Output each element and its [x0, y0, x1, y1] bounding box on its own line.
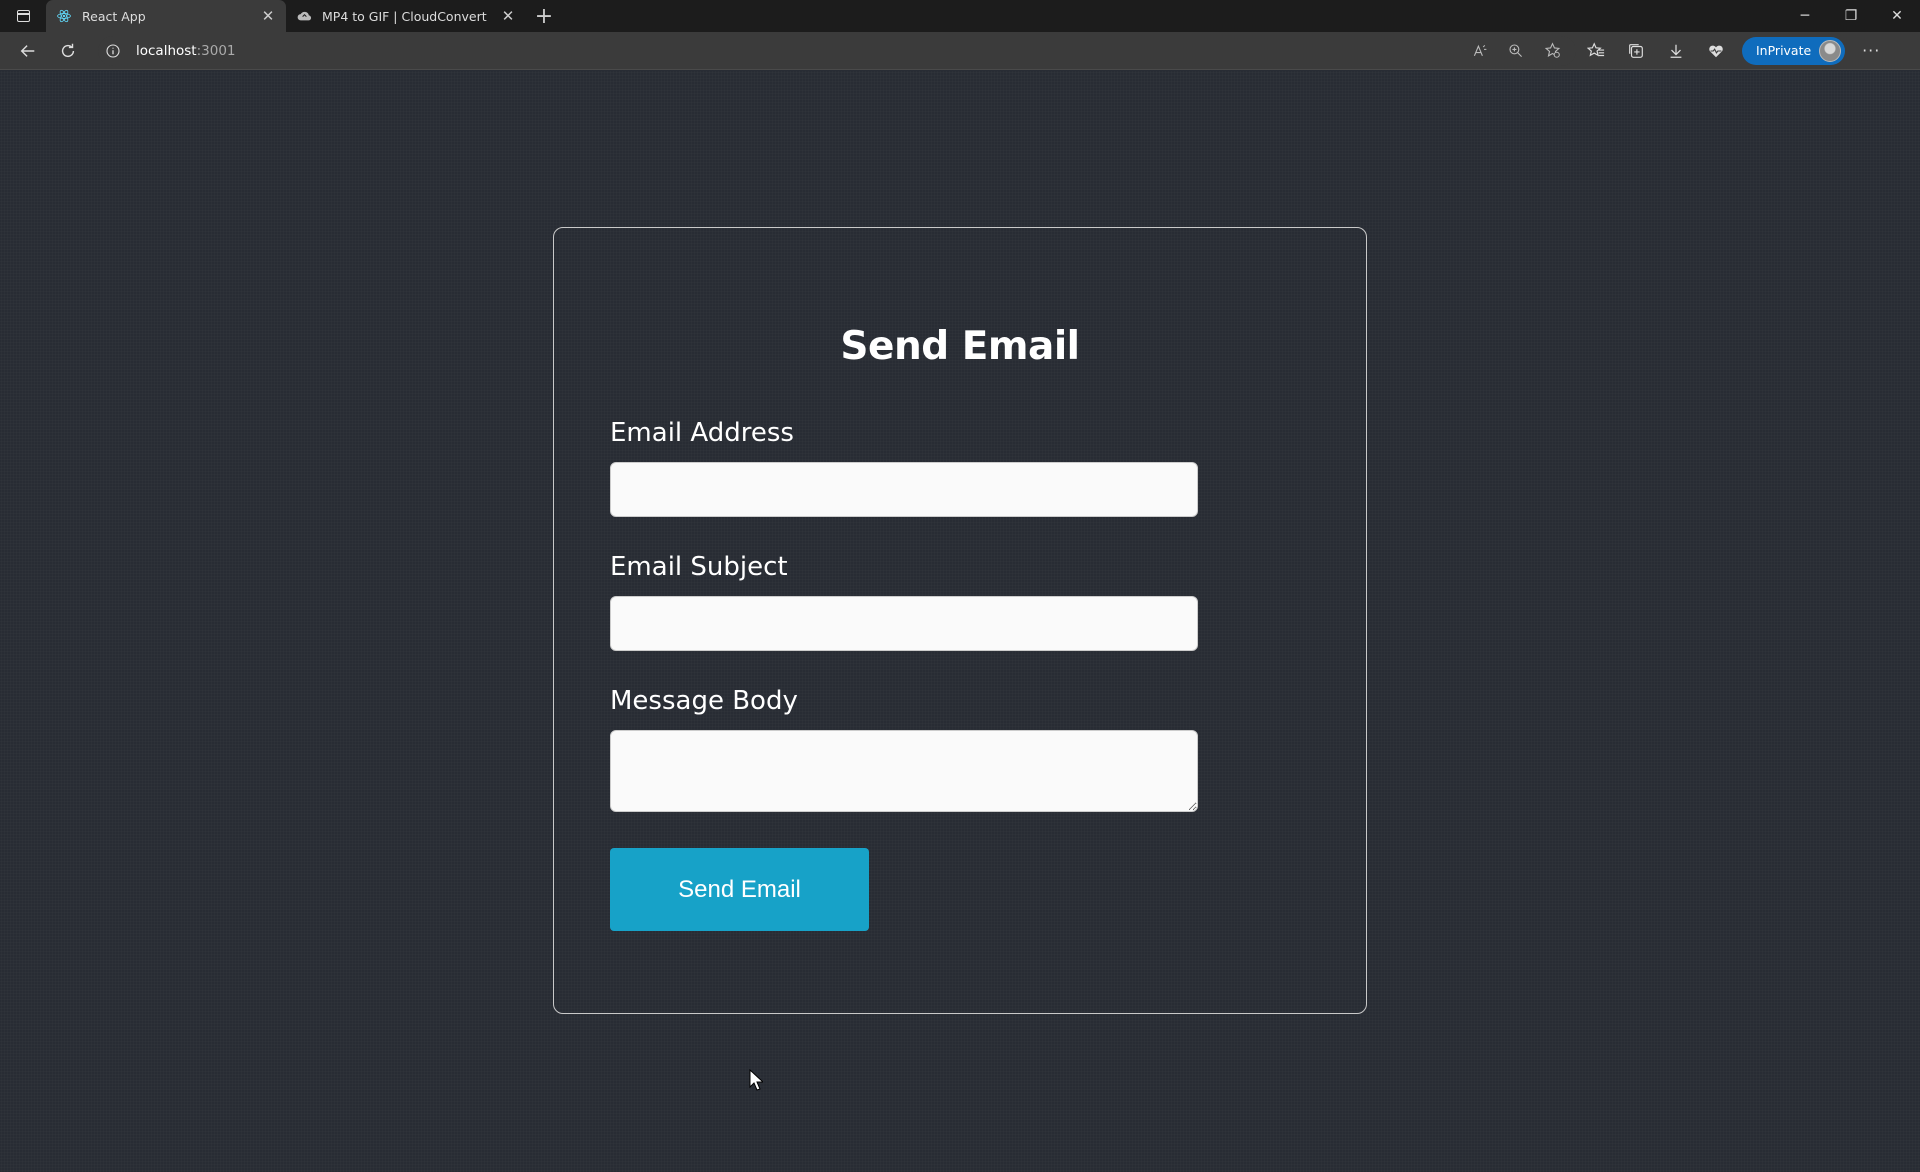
refresh-button[interactable]	[48, 35, 88, 67]
browser-essentials-button[interactable]	[1696, 35, 1736, 67]
add-favorite-icon[interactable]	[1534, 35, 1570, 67]
browser-toolbar: localhost:3001 InPrivate ···	[0, 32, 1920, 70]
read-aloud-icon[interactable]	[1462, 35, 1498, 67]
minimize-icon[interactable]: ─	[1782, 0, 1828, 32]
back-arrow-icon	[20, 44, 35, 57]
page-title: Send Email	[840, 324, 1080, 369]
page-viewport: Send Email Email Address Email Subject M…	[0, 71, 1920, 1172]
restore-icon[interactable]: ❐	[1828, 0, 1874, 32]
tab-strip: React App ✕ MP4 to GIF | CloudConvert ✕ …	[0, 0, 1920, 32]
react-icon	[56, 8, 72, 24]
more-icon: ···	[1862, 41, 1881, 60]
inprivate-badge[interactable]: InPrivate	[1742, 36, 1846, 65]
address-bar[interactable]: localhost:3001	[98, 35, 1576, 67]
site-info-icon[interactable]	[98, 43, 128, 59]
email-address-input[interactable]	[610, 462, 1198, 517]
close-tab-icon[interactable]: ✕	[500, 7, 516, 25]
favorites-button[interactable]	[1576, 35, 1616, 67]
close-window-icon[interactable]: ✕	[1874, 0, 1920, 32]
tab-actions-button[interactable]	[0, 0, 46, 32]
mouse-cursor-icon	[749, 1069, 763, 1091]
inprivate-label: InPrivate	[1756, 43, 1812, 58]
tab-cloudconvert[interactable]: MP4 to GIF | CloudConvert ✕	[286, 0, 526, 32]
back-button[interactable]	[8, 35, 48, 67]
url-text[interactable]: localhost:3001	[136, 43, 236, 59]
zoom-icon[interactable]	[1498, 35, 1534, 67]
address-bar-actions	[1462, 35, 1570, 67]
window-controls: ─ ❐ ✕	[1782, 0, 1920, 32]
close-tab-icon[interactable]: ✕	[260, 7, 276, 25]
message-body-label: Message Body	[610, 686, 798, 716]
refresh-icon	[61, 43, 75, 57]
email-subject-label: Email Subject	[610, 552, 788, 582]
email-address-label: Email Address	[610, 418, 794, 448]
collections-button[interactable]	[1616, 35, 1656, 67]
tab-react-app[interactable]: React App ✕	[46, 0, 286, 32]
tab-title: MP4 to GIF | CloudConvert	[322, 8, 487, 24]
new-tab-button[interactable]: +	[528, 0, 560, 32]
send-email-button[interactable]: Send Email	[610, 848, 869, 931]
email-subject-input[interactable]	[610, 596, 1198, 651]
cloudconvert-icon	[296, 8, 312, 24]
avatar	[1819, 39, 1842, 62]
collections-icon	[1629, 43, 1643, 58]
tab-title: React App	[82, 8, 146, 24]
message-body-textarea[interactable]	[610, 730, 1198, 812]
settings-more-button[interactable]: ···	[1851, 35, 1891, 67]
heart-pulse-icon	[1709, 45, 1723, 57]
download-icon	[1670, 44, 1682, 58]
favorites-icon	[1587, 41, 1605, 57]
downloads-button[interactable]	[1656, 35, 1696, 67]
tab-actions-icon	[16, 10, 30, 22]
email-form-card: Send Email Email Address Email Subject M…	[553, 227, 1367, 1014]
